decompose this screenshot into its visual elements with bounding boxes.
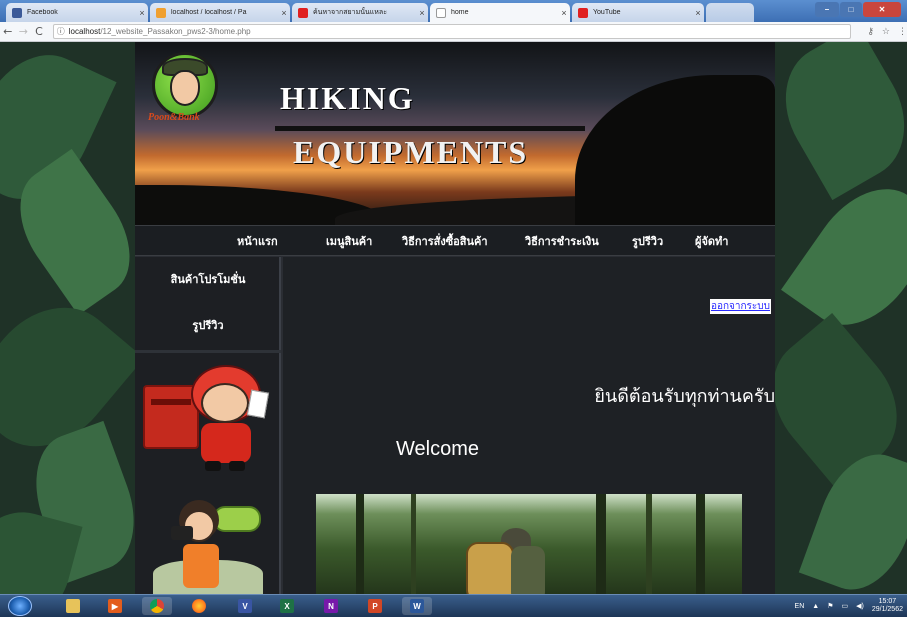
logo-text: Poon&Bank [148,112,200,123]
window-controls: – □ ✕ [815,2,901,17]
sidebar: สินค้าโปรโมชั่น รูปรีวิว [135,257,281,594]
menu-item-products[interactable]: เมนูสินค้า [326,232,372,250]
volume-icon[interactable]: ◀) [856,602,864,610]
language-indicator[interactable]: EN [795,603,805,610]
site-title-line1: HIKING [280,80,415,116]
taskbar-app-onenote[interactable]: N [316,597,346,615]
header-banner: Poon&Bank HIKING EQUIPMENTS [135,42,775,225]
main-menu: หน้าแรก เมนูสินค้า วิธีการสั่งซื้อสินค้า… [135,225,775,256]
onenote-icon: N [324,599,338,613]
close-tab-icon[interactable]: × [416,8,428,18]
tab-label: ค้นหาจากสยามนั้นแหละ [313,9,387,16]
minimize-button[interactable]: – [815,2,839,17]
network-icon[interactable]: ▭ [842,602,849,610]
close-tab-icon[interactable]: × [136,8,148,18]
action-center-flag-icon[interactable]: ⚑ [827,602,833,610]
logout-link[interactable]: ออกจากระบบ [709,299,771,314]
menu-item-reviews[interactable]: รูปรีวิว [632,232,663,250]
key-icon[interactable]: ⚷ [867,27,874,37]
excel-icon: X [280,599,294,613]
back-arrow-icon[interactable]: ← [0,25,16,38]
media-player-icon: ▶ [108,599,122,613]
info-icon[interactable]: ⓘ [57,26,65,37]
facebook-icon [12,7,22,18]
welcome-heading-thai: ยินดีต้อนรับทุกท่านครับ [594,386,775,407]
firefox-icon [192,599,206,613]
tab-label: YouTube [593,9,621,16]
clock-time: 15:07 [878,598,897,605]
main-content: ออกจากระบบ ยินดีต้อนรับทุกท่านครับ Welco… [283,257,775,594]
close-window-button[interactable]: ✕ [863,2,901,17]
tab-phpmyadmin[interactable]: localhost / localhost / Pa × [150,3,290,22]
word-icon: W [410,599,424,613]
start-button[interactable] [8,596,32,616]
youtube-icon [298,7,308,18]
url-path: /12_website_Passakon_pws2-3/home.php [100,27,251,36]
taskbar-app-explorer[interactable] [58,597,88,615]
taskbar-app-media-player[interactable]: ▶ [100,597,130,615]
tab-youtube[interactable]: YouTube × [572,3,704,22]
taskbar-app-excel[interactable]: X [272,597,302,615]
close-tab-icon[interactable]: × [558,8,570,18]
tab-label: localhost / localhost / Pa [171,9,247,16]
clock-date: 29/1/2562 [871,606,903,613]
url-host: localhost [68,27,101,36]
sidebar-item-promotions[interactable]: สินค้าโปรโมชั่น [135,270,281,288]
browser-toolbar: ← → C ⓘ localhost /12_website_Passakon_p… [0,22,907,42]
tab-facebook[interactable]: Facebook × [6,3,148,22]
system-tray: EN ▲ ⚑ ▭ ◀) 15:07 29/1/2562 [795,598,903,614]
tab-label: home [451,9,469,16]
bookmark-star-icon[interactable]: ☆ [882,27,890,37]
sidebar-item-reviews[interactable]: รูปรีวิว [135,316,281,334]
welcome-heading-english: Welcome [396,438,479,460]
mascot-face-icon [170,70,200,106]
website-container: Poon&Bank HIKING EQUIPMENTS หน้าแรก เมนู… [135,42,775,594]
clock[interactable]: 15:07 29/1/2562 [872,598,903,614]
sidebar-divider [135,350,281,353]
reload-icon[interactable]: C [31,25,47,38]
windows-taskbar: ▶ V X N P W EN ▲ ⚑ ▭ ◀) 15:07 29/1/2562 [0,594,907,617]
tab-label: Facebook [27,9,58,16]
page-icon [436,7,446,18]
page-viewport: Poon&Bank HIKING EQUIPMENTS หน้าแรก เมนู… [0,42,907,594]
phpmyadmin-icon [156,7,166,18]
title-divider [275,126,585,131]
delivery-mascot-image [143,365,273,475]
site-logo[interactable]: Poon&Bank [148,50,224,126]
browser-tab-bar: Facebook × localhost / localhost / Pa × … [0,0,907,22]
close-tab-icon[interactable]: × [278,8,290,18]
menu-item-authors[interactable]: ผู้จัดทำ [695,232,728,250]
taskbar-app-word[interactable]: W [402,597,432,615]
menu-item-home[interactable]: หน้าแรก [237,232,278,250]
hiking-photo [316,494,742,594]
taskbar-app-visio[interactable]: V [230,597,260,615]
maximize-button[interactable]: □ [840,2,862,17]
taskbar-app-firefox[interactable] [184,597,214,615]
menu-icon[interactable]: ⋮ [898,27,907,37]
youtube-icon [578,7,588,18]
forward-arrow-icon[interactable]: → [16,25,32,38]
site-title-line2: EQUIPMENTS [293,134,529,170]
taskbar-app-powerpoint[interactable]: P [360,597,390,615]
tab-youtube-search[interactable]: ค้นหาจากสยามนั้นแหละ × [292,3,428,22]
menu-item-how-to-order[interactable]: วิธีการสั่งซื้อสินค้า [402,232,488,250]
folder-icon [66,599,80,613]
chrome-icon [150,599,164,613]
close-tab-icon[interactable]: × [692,8,704,18]
menu-item-payment[interactable]: วิธีการชำระเงิน [525,232,599,250]
hiker-mascot-image [153,500,263,594]
new-tab-button[interactable] [706,3,754,22]
powerpoint-icon: P [368,599,382,613]
address-bar[interactable]: ⓘ localhost /12_website_Passakon_pws2-3/… [52,24,852,39]
visio-icon: V [238,599,252,613]
tab-home[interactable]: home × [430,3,570,22]
show-hidden-icons-icon[interactable]: ▲ [812,603,819,610]
taskbar-app-chrome[interactable] [142,597,172,615]
